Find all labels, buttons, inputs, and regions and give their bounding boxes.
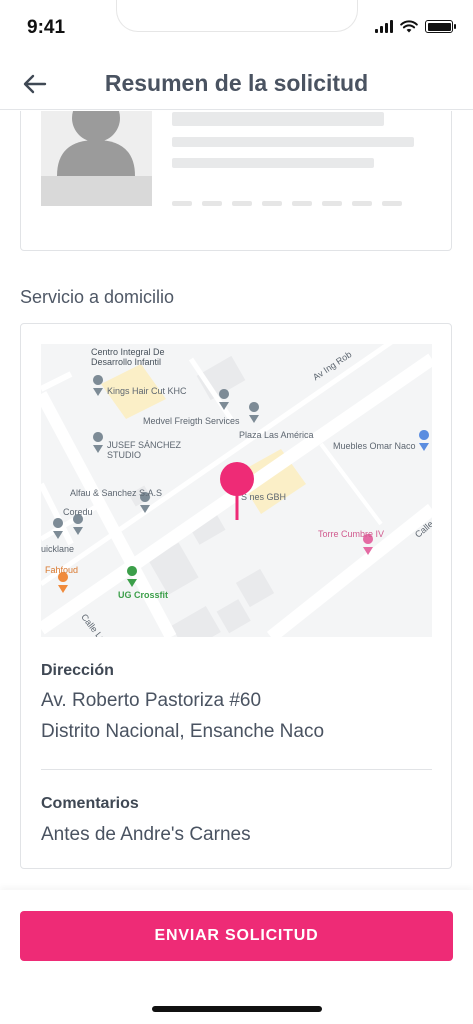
- skeleton-dash: [202, 201, 222, 206]
- skeleton-dash: [382, 201, 402, 206]
- map-label: Coredu: [63, 507, 93, 517]
- service-card: Centro Integral De Desarrollo Infantil K…: [20, 323, 452, 869]
- skeleton-dash: [352, 201, 372, 206]
- cellular-signal-icon: [375, 20, 393, 33]
- device-notch: [116, 0, 358, 32]
- map-label: Desarrollo Infantil: [91, 357, 162, 367]
- skeleton-dash: [262, 201, 282, 206]
- status-icons: [375, 20, 456, 33]
- footer: ENVIAR SOLICITUD: [0, 890, 473, 1024]
- address-line-2: Distrito Nacional, Ensanche Naco: [41, 721, 325, 742]
- address-line-1: Av. Roberto Pastoriza #60: [41, 690, 262, 711]
- skeleton-dash: [292, 201, 312, 206]
- location-map[interactable]: Centro Integral De Desarrollo Infantil K…: [41, 344, 432, 637]
- home-indicator[interactable]: [152, 1006, 322, 1012]
- provider-card: [20, 111, 452, 251]
- submit-request-button[interactable]: ENVIAR SOLICITUD: [20, 911, 453, 961]
- section-label: Servicio a domicilio: [20, 287, 175, 307]
- map-label: Medvel Freigth Services: [143, 416, 240, 426]
- map-label: Alfau & Sanchez S.A.S: [70, 488, 163, 498]
- map-label: JUSEF SÁNCHEZ: [107, 440, 182, 450]
- map-label: Muebles Omar Naco: [333, 441, 416, 451]
- battery-icon: [425, 20, 456, 33]
- wifi-icon: [400, 20, 418, 33]
- map-label: Fahfoud: [45, 565, 79, 575]
- map-label: uicklane: [41, 544, 75, 554]
- skeleton-dash: [322, 201, 342, 206]
- location-pin-icon: [220, 462, 254, 520]
- map-label: UG Crossfit: [118, 590, 169, 600]
- user-silhouette-icon: [57, 111, 135, 176]
- skeleton-line: [172, 158, 374, 168]
- status-time: 9:41: [27, 17, 66, 38]
- comments-text: Antes de Andre's Carnes: [41, 824, 251, 845]
- avatar-placeholder: [41, 111, 152, 206]
- map-label: Plaza Las América: [239, 430, 314, 440]
- skeleton-dash: [232, 201, 252, 206]
- page-title: Resumen de la solicitud: [104, 70, 369, 96]
- skeleton-dash: [172, 201, 192, 206]
- map-label: Kings Hair Cut KHC: [107, 386, 187, 396]
- map-label: STUDIO: [107, 450, 142, 460]
- scroll-content[interactable]: Servicio a domicilio Centro Integral De …: [0, 111, 473, 891]
- comments-title: Comentarios: [41, 795, 139, 812]
- status-bar: 9:41: [0, 0, 473, 56]
- avatar-caption-bar: [41, 176, 152, 206]
- app-header: Resumen de la solicitud: [0, 56, 473, 110]
- map-label: Torre Cumbre IV: [318, 529, 385, 539]
- map-label: Centro Integral De: [91, 347, 165, 357]
- skeleton-line: [172, 112, 384, 126]
- divider: [41, 769, 432, 770]
- address-title: Dirección: [41, 662, 114, 679]
- skeleton-line: [172, 137, 414, 147]
